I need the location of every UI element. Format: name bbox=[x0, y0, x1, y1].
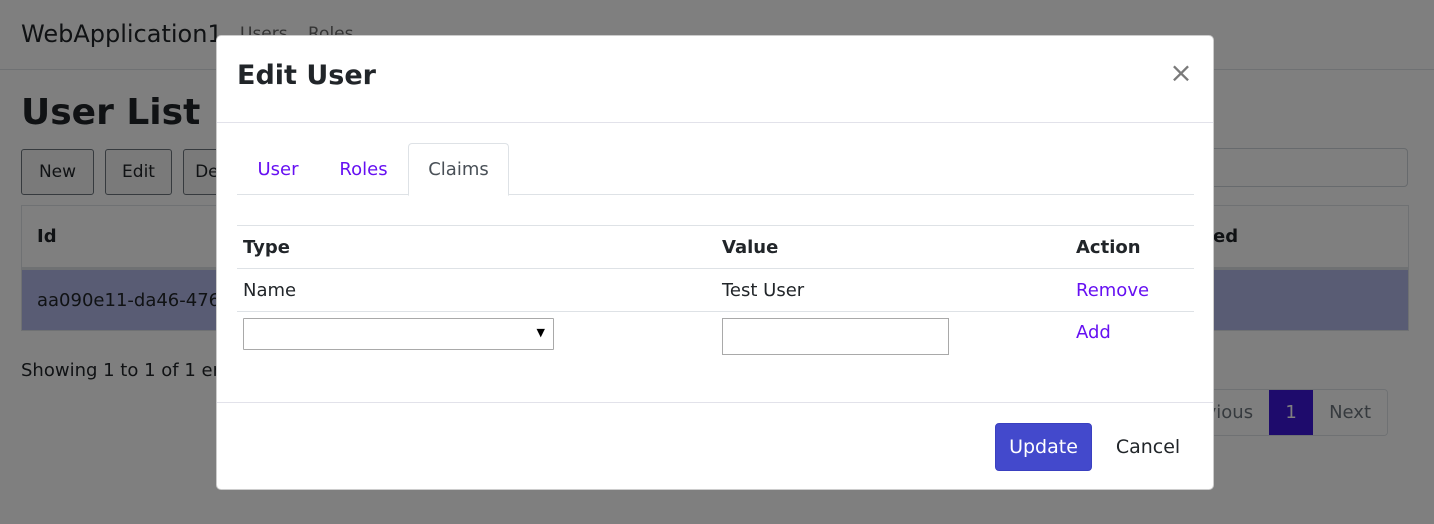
claim-value-input[interactable] bbox=[722, 318, 949, 355]
modal-tabs: User Roles Claims bbox=[237, 143, 1194, 196]
tab-roles[interactable]: Roles bbox=[319, 143, 408, 195]
claim-type-select[interactable]: ▼ bbox=[243, 318, 554, 350]
claims-table: Type Value Action Name Test User Remove … bbox=[237, 225, 1194, 358]
claim-type: Name bbox=[237, 268, 716, 312]
modal-title: Edit User bbox=[237, 60, 376, 91]
remove-claim-link[interactable]: Remove bbox=[1076, 280, 1149, 301]
modal-header: Edit User × bbox=[217, 36, 1213, 123]
close-icon[interactable]: × bbox=[1169, 58, 1193, 88]
tab-user[interactable]: User bbox=[237, 143, 319, 195]
tab-claims[interactable]: Claims bbox=[408, 143, 509, 196]
add-claim-link[interactable]: Add bbox=[1076, 322, 1111, 343]
cancel-button[interactable]: Cancel bbox=[1107, 423, 1189, 471]
dropdown-arrow-icon: ▼ bbox=[536, 326, 545, 339]
claim-value: Test User bbox=[716, 268, 1070, 312]
update-button[interactable]: Update bbox=[995, 423, 1092, 471]
edit-user-modal: Edit User × User Roles Claims Type Value… bbox=[216, 35, 1214, 490]
modal-footer: Update Cancel bbox=[217, 402, 1213, 491]
new-claim-row: ▼ Add bbox=[237, 312, 1194, 358]
column-header-action: Action bbox=[1070, 225, 1194, 269]
column-header-value: Value bbox=[716, 225, 1070, 269]
claim-row: Name Test User Remove bbox=[237, 268, 1194, 312]
column-header-type: Type bbox=[237, 225, 716, 269]
